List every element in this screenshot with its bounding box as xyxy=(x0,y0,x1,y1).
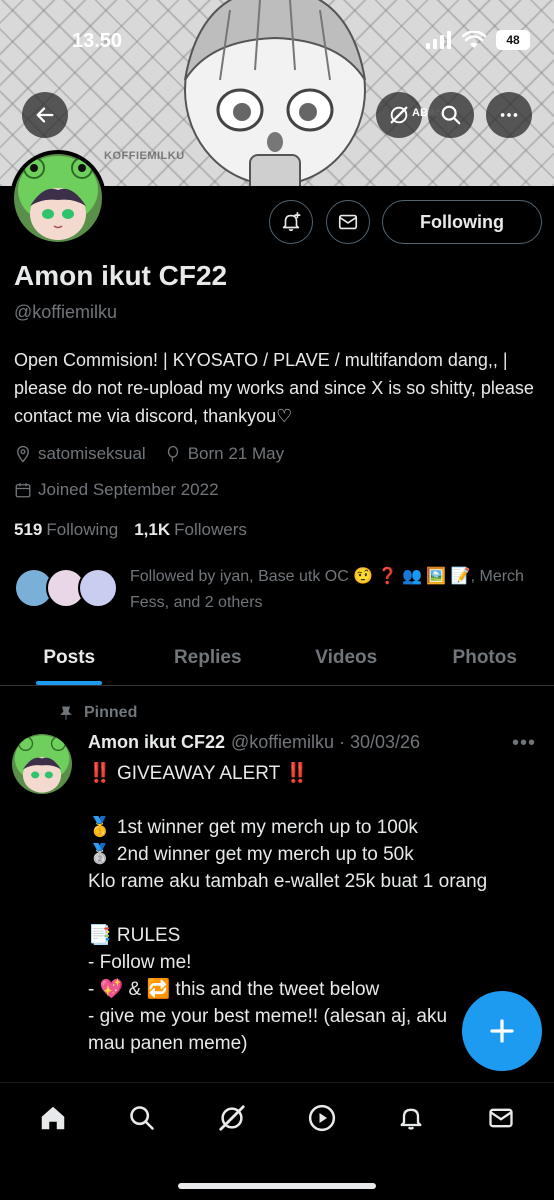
more-options-button[interactable] xyxy=(486,92,532,138)
pinned-indicator: Pinned xyxy=(58,704,137,722)
joined-text: Joined September 2022 xyxy=(38,480,219,499)
post-line: 🥇 1st winner get my merch up to 100k xyxy=(88,817,418,838)
profile-tabs: Posts Replies Videos Photos xyxy=(0,630,554,686)
post-line xyxy=(88,895,548,922)
post-line: ‼️ GIVEAWAY ALERT ‼️ xyxy=(88,760,548,787)
profile-joined: Joined September 2022 xyxy=(14,480,219,500)
post-handle-date[interactable]: @koffiemilku · 30/03/26 xyxy=(231,732,420,753)
pinned-label: Pinned xyxy=(84,704,138,721)
profile-avatar[interactable] xyxy=(10,150,106,246)
post-header: Amon ikut CF22 @koffiemilku · 30/03/26 xyxy=(88,732,420,753)
compose-post-button[interactable] xyxy=(462,991,542,1071)
status-indicators: 48 xyxy=(426,30,530,50)
profile-handle: @koffiemilku xyxy=(14,302,117,322)
birthday-text: Born 21 May xyxy=(187,444,285,463)
search-button[interactable] xyxy=(428,92,474,138)
post-line: - Follow me! xyxy=(88,952,192,973)
following-button[interactable]: Following xyxy=(382,200,542,244)
followers-label: Followers xyxy=(174,520,247,539)
post-author-avatar[interactable] xyxy=(12,734,72,794)
avatar-image xyxy=(14,154,102,242)
alert-mark: ‼️ xyxy=(285,763,309,784)
notifications-icon xyxy=(400,1108,422,1130)
wifi-icon xyxy=(462,31,486,48)
tab-posts[interactable]: Posts xyxy=(0,630,139,685)
birthday-item: Born 21 May xyxy=(164,444,284,464)
back-arrow-icon xyxy=(36,107,54,123)
nav-home[interactable] xyxy=(28,1093,78,1143)
followers-stat[interactable]: 1,1K Followers xyxy=(134,520,247,540)
profile-display-name: Amon ikut CF22 xyxy=(14,260,228,291)
bell-plus-icon xyxy=(282,212,301,232)
follow-stats: 519 Following 1,1K Followers xyxy=(14,520,247,540)
home-indicator xyxy=(178,1183,376,1189)
status-time: 13.50 xyxy=(72,30,123,52)
post-more-button[interactable]: ••• xyxy=(512,732,536,755)
post-line xyxy=(88,787,548,814)
battery-icon: 48 xyxy=(496,30,530,50)
nav-notifications[interactable] xyxy=(386,1093,436,1143)
search-icon xyxy=(441,105,461,125)
envelope-icon xyxy=(338,214,358,230)
pin-icon xyxy=(60,706,72,720)
plus-icon xyxy=(490,1019,514,1043)
joined-item: Joined September 2022 xyxy=(14,480,219,500)
tab-replies[interactable]: Replies xyxy=(139,630,278,685)
calendar-icon xyxy=(15,483,31,498)
location-text: satomiseksual xyxy=(38,444,146,463)
profile-bio: Open Commision! | KYOSATO / PLAVE / mult… xyxy=(14,350,534,426)
post-line: 🥈 2nd winner get my merch up to 50k xyxy=(88,844,414,865)
back-button[interactable] xyxy=(22,92,68,138)
post-title: GIVEAWAY ALERT xyxy=(116,763,280,784)
notification-subscribe-button[interactable] xyxy=(269,200,313,244)
nav-video[interactable] xyxy=(297,1093,347,1143)
following-stat[interactable]: 519 Following xyxy=(14,520,118,540)
followed-by-avatars xyxy=(14,564,124,612)
followed-by-text: Followed by iyan, Base utk OC 🤨 ❓ 👥 🖼️ 📝… xyxy=(130,568,524,611)
alert-mark: ‼️ xyxy=(88,763,112,784)
video-icon xyxy=(308,1104,335,1132)
nav-grok[interactable] xyxy=(207,1093,257,1143)
tab-photos[interactable]: Photos xyxy=(416,630,554,685)
message-button[interactable] xyxy=(326,200,370,244)
avatar-image xyxy=(12,734,72,794)
profile-meta: satomiseksual Born 21 May xyxy=(14,444,284,464)
home-icon xyxy=(41,1106,65,1130)
messages-icon xyxy=(489,1108,513,1128)
post-line: 📑 RULES xyxy=(88,925,181,946)
bottom-navigation xyxy=(0,1082,554,1200)
post-author-name[interactable]: Amon ikut CF22 xyxy=(88,732,225,753)
balloon-icon xyxy=(167,445,178,462)
followers-count: 1,1K xyxy=(134,520,171,539)
location-item: satomiseksual xyxy=(14,444,146,464)
tab-videos[interactable]: Videos xyxy=(277,630,416,685)
following-count: 519 xyxy=(14,520,43,539)
search-icon xyxy=(130,1106,155,1130)
banner-watermark: KOFFIEMILKU xyxy=(104,150,185,162)
status-bar: 13.50 48 xyxy=(0,0,554,84)
nav-messages[interactable] xyxy=(476,1093,526,1143)
mutual-avatar xyxy=(78,568,118,608)
grok-icon xyxy=(390,106,408,124)
signal-icon xyxy=(426,31,451,49)
more-icon xyxy=(500,113,518,117)
followed-by-section[interactable]: Followed by iyan, Base utk OC 🤨 ❓ 👥 🖼️ 📝… xyxy=(14,564,544,616)
grok-icon xyxy=(219,1105,245,1131)
nav-search[interactable] xyxy=(117,1093,167,1143)
following-label: Following xyxy=(46,520,119,539)
location-pin-icon xyxy=(17,445,29,463)
post-line: Klo rame aku tambah e-wallet 25k buat 1 … xyxy=(88,871,488,892)
